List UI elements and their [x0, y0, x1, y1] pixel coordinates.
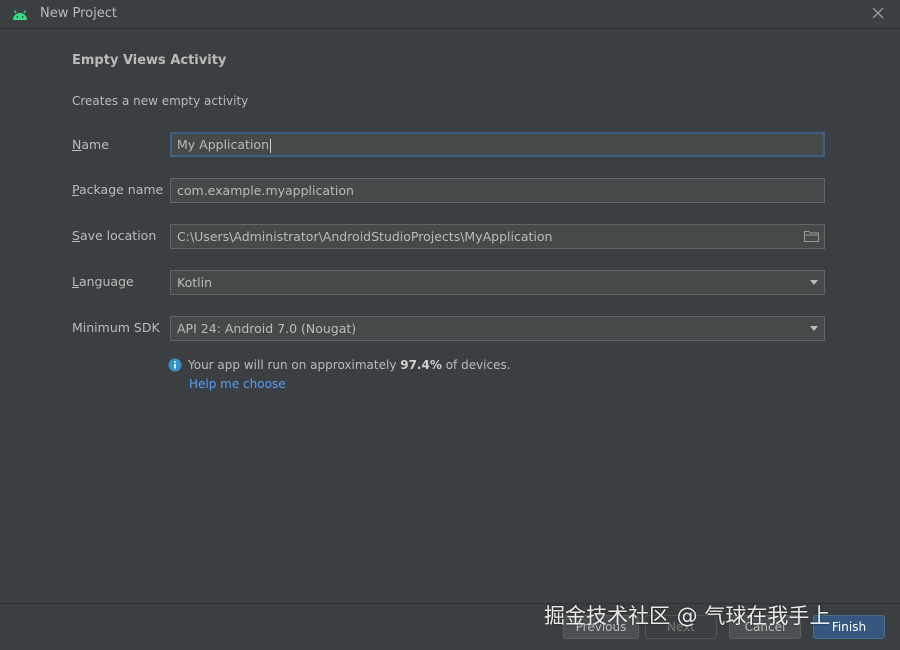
- language-label: Language: [72, 274, 134, 289]
- activity-title: Empty Views Activity: [72, 53, 227, 68]
- title-bar: New Project: [0, 0, 900, 29]
- android-icon: [13, 10, 27, 20]
- minimum-sdk-value: API 24: Android 7.0 (Nougat): [177, 321, 357, 336]
- chevron-down-icon: [810, 326, 818, 331]
- new-project-dialog: New Project Empty Views Activity Creates…: [0, 0, 900, 650]
- save-location-value: C:\Users\Administrator\AndroidStudioProj…: [177, 229, 553, 244]
- info-icon: [168, 358, 182, 372]
- language-dropdown[interactable]: Kotlin: [170, 270, 825, 295]
- name-label: Name: [72, 137, 109, 152]
- help-me-choose-link[interactable]: Help me choose: [189, 377, 286, 391]
- chevron-down-icon: [810, 280, 818, 285]
- package-name-input[interactable]: com.example.myapplication: [170, 178, 825, 203]
- minimum-sdk-label: Minimum SDK: [72, 320, 160, 335]
- watermark: 掘金技术社区 @ 气球在我手上: [544, 604, 831, 628]
- device-coverage-text: Your app will run on approximately 97.4%…: [188, 358, 511, 372]
- folder-icon[interactable]: [804, 230, 819, 242]
- minimum-sdk-dropdown[interactable]: API 24: Android 7.0 (Nougat): [170, 316, 825, 341]
- activity-description: Creates a new empty activity: [72, 94, 249, 108]
- package-name-label: Package name: [72, 182, 164, 197]
- name-value: My Application: [177, 137, 269, 152]
- coverage-percent: 97.4%: [400, 358, 442, 372]
- language-value: Kotlin: [177, 275, 212, 290]
- text-caret: [270, 138, 271, 153]
- window-title: New Project: [40, 6, 117, 21]
- save-location-label: Save location: [72, 228, 157, 243]
- save-location-input[interactable]: C:\Users\Administrator\AndroidStudioProj…: [170, 224, 825, 249]
- close-icon[interactable]: [870, 5, 886, 21]
- package-name-value: com.example.myapplication: [177, 183, 354, 198]
- name-input[interactable]: My Application: [170, 132, 825, 157]
